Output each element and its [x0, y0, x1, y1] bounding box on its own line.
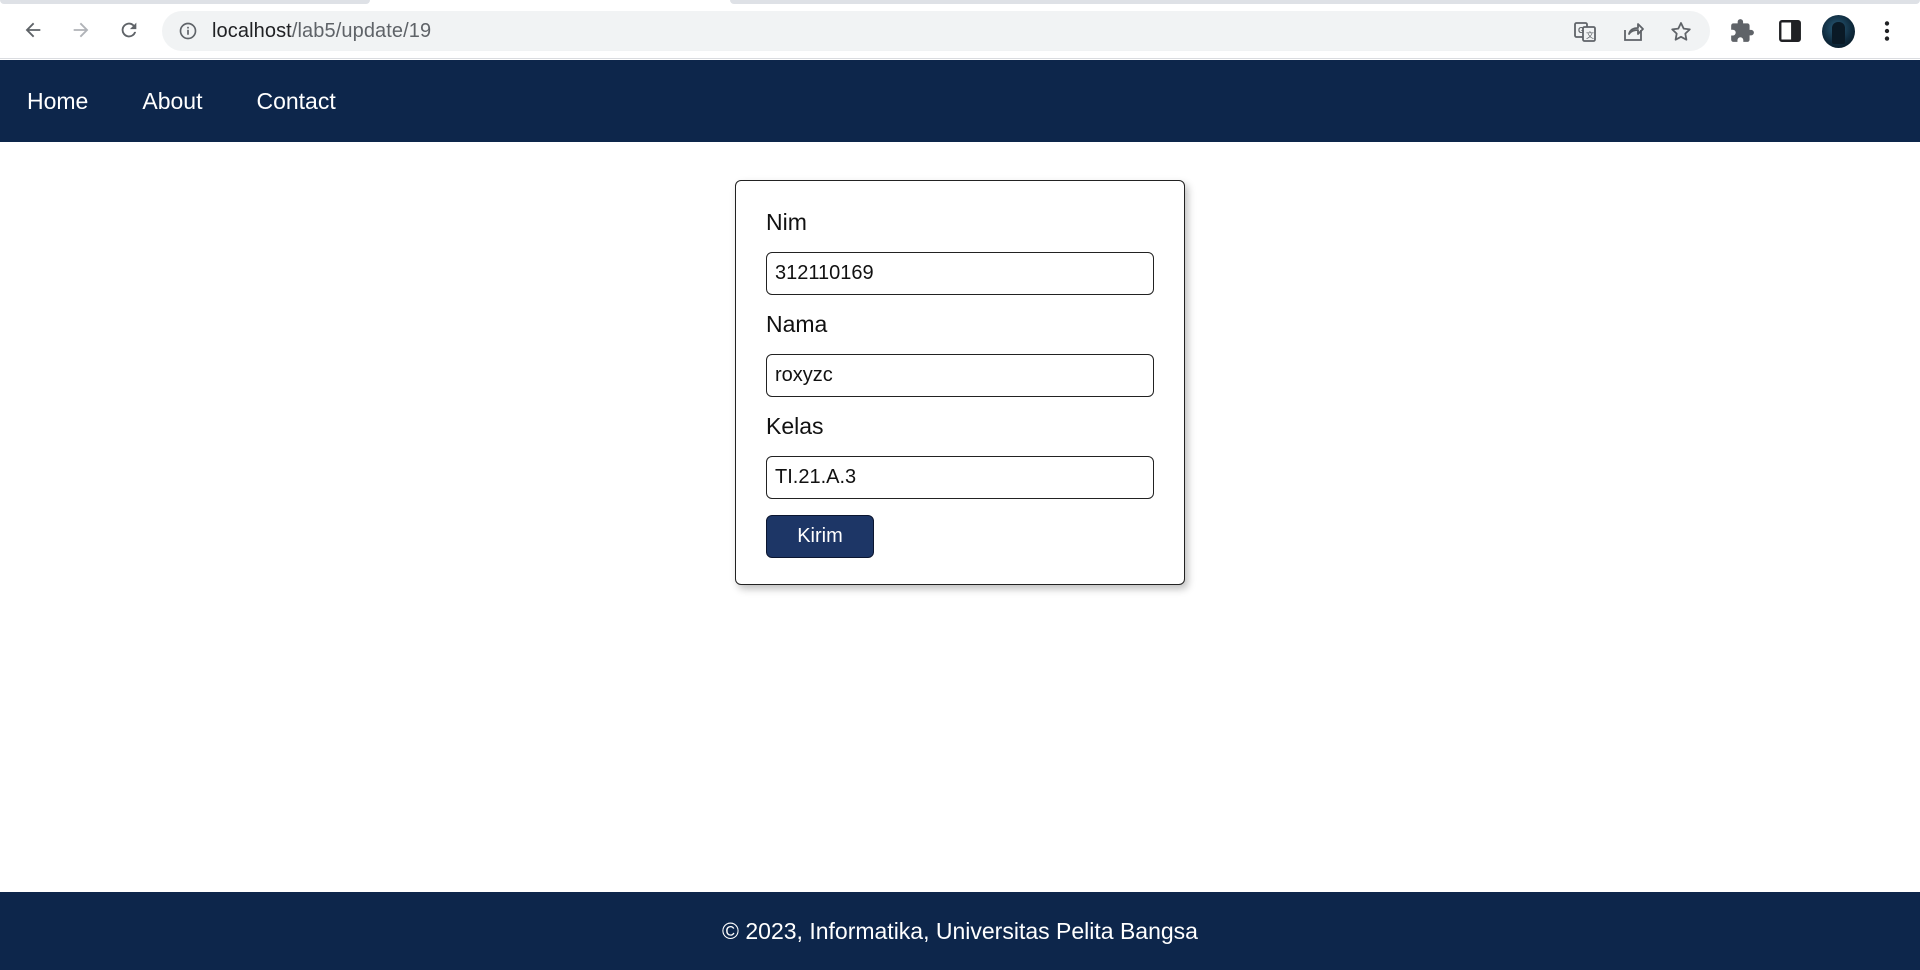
nav-link-home[interactable]: Home: [27, 88, 88, 115]
update-form-card: Nim Nama Kelas Kirim: [735, 180, 1185, 585]
tab-edge[interactable]: [0, 0, 370, 4]
avatar-figure: [1832, 22, 1845, 44]
kelas-label: Kelas: [766, 413, 824, 439]
reload-icon: [121, 22, 137, 38]
address-bar[interactable]: localhost/lab5/update/19 G文: [162, 11, 1710, 51]
site-footer: © 2023, Informatika, Universitas Pelita …: [0, 892, 1920, 970]
nav-link-contact[interactable]: Contact: [256, 88, 335, 115]
site-info-icon[interactable]: [178, 21, 198, 41]
url-path: /lab5/update/19: [291, 20, 432, 42]
nama-label: Nama: [766, 311, 828, 337]
kirim-button[interactable]: Kirim: [766, 515, 874, 558]
kelas-input[interactable]: [766, 456, 1154, 499]
nav-link-about[interactable]: About: [142, 88, 202, 115]
site-navbar: Home About Contact: [0, 60, 1920, 142]
back-arrow-icon: [25, 22, 41, 38]
reload-button[interactable]: [111, 12, 147, 48]
url-text[interactable]: localhost/lab5/update/19: [212, 20, 431, 43]
svg-text:文: 文: [1586, 30, 1594, 40]
more-menu-icon[interactable]: [1874, 18, 1900, 44]
nama-input[interactable]: [766, 354, 1154, 397]
browser-toolbar: localhost/lab5/update/19 G文: [0, 0, 1920, 59]
nim-label: Nim: [766, 209, 807, 235]
profile-avatar[interactable]: [1822, 15, 1855, 48]
extensions-puzzle-icon[interactable]: [1729, 18, 1755, 44]
translate-icon[interactable]: G文: [1573, 20, 1597, 44]
bookmark-star-icon[interactable]: [1669, 20, 1693, 44]
footer-copyright: © 2023, Informatika, Universitas Pelita …: [722, 917, 1198, 944]
side-panel-icon[interactable]: [1777, 18, 1803, 44]
back-button[interactable]: [15, 12, 51, 48]
forward-button[interactable]: [63, 12, 99, 48]
share-icon[interactable]: [1621, 20, 1645, 44]
forward-arrow-icon: [73, 22, 89, 38]
svg-text:G: G: [1578, 26, 1584, 35]
url-host: localhost: [212, 20, 292, 42]
tab-edge[interactable]: [730, 0, 1920, 4]
tab-strip: [0, 0, 1920, 4]
nim-input[interactable]: [766, 252, 1154, 295]
